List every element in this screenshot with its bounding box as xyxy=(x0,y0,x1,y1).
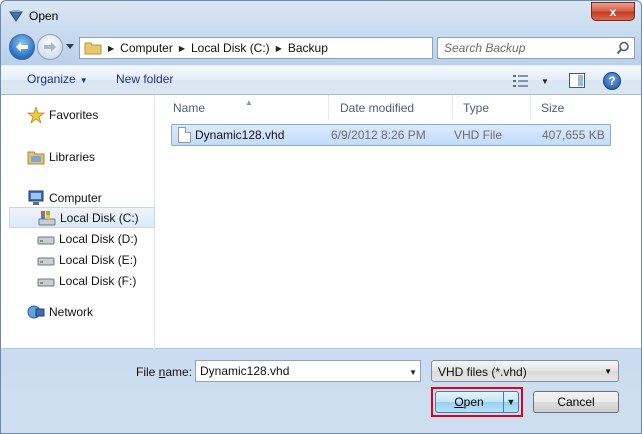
sidebar-item-local-disk-f[interactable]: Local Disk (F:) xyxy=(9,270,155,291)
sidebar-item-computer[interactable]: Computer xyxy=(9,187,155,208)
network-icon xyxy=(27,305,45,318)
filename-label-part: ame: xyxy=(165,365,193,379)
sort-ascending-icon: ▲ xyxy=(245,98,253,107)
file-size: 407,655 KB xyxy=(542,128,605,142)
column-header-label: Size xyxy=(541,101,565,115)
cancel-button[interactable]: Cancel xyxy=(533,391,619,413)
file-row[interactable]: Dynamic128.vhd 6/9/2012 8:26 PM VHD File… xyxy=(171,124,611,146)
drive-icon xyxy=(37,236,55,244)
column-header-label: Date modified xyxy=(340,101,415,115)
forward-arrow-icon xyxy=(44,42,56,52)
sidebar-item-libraries[interactable]: Libraries xyxy=(9,146,155,167)
sidebar-label: Libraries xyxy=(49,149,96,164)
title-bar: Open x xyxy=(1,1,641,31)
breadcrumb-separator-icon[interactable]: ▶ xyxy=(108,44,114,53)
new-folder-button[interactable]: New folder xyxy=(116,72,173,86)
chevron-down-icon[interactable]: ▼ xyxy=(409,368,417,377)
breadcrumb-local-disk-c[interactable]: Local Disk (C:) xyxy=(191,41,270,55)
navigation-pane: Favorites Libraries Computer Local Disk … xyxy=(9,95,155,349)
back-arrow-icon xyxy=(16,42,28,52)
search-icon xyxy=(616,41,629,55)
change-view-button[interactable]: ▼ xyxy=(513,73,553,89)
file-icon xyxy=(178,127,191,143)
open-split-button[interactable]: Open ▼ xyxy=(435,391,519,413)
drive-icon xyxy=(37,257,55,265)
browser-pane: Favorites Libraries Computer Local Disk … xyxy=(1,95,641,349)
open-options-dropdown[interactable]: ▼ xyxy=(503,392,518,412)
close-icon: x xyxy=(609,4,617,19)
file-date: 6/9/2012 8:26 PM xyxy=(331,128,426,142)
breadcrumb-backup[interactable]: Backup xyxy=(288,41,328,55)
sidebar-label: Local Disk (C:) xyxy=(60,210,139,225)
sidebar-label: Local Disk (F:) xyxy=(59,273,137,288)
sidebar-item-local-disk-d[interactable]: Local Disk (D:) xyxy=(9,228,155,249)
recent-pages-dropdown[interactable] xyxy=(65,42,75,52)
column-header-name[interactable]: ▲ Name xyxy=(163,95,329,119)
filename-combobox[interactable]: ▼ xyxy=(195,360,421,382)
file-type-select[interactable]: VHD files (*.vhd) ▼ xyxy=(431,360,619,382)
app-icon xyxy=(9,10,23,22)
file-name: Dynamic128.vhd xyxy=(195,128,285,142)
file-list: ▲ Name Date modified Type Size Dynamic12… xyxy=(163,95,641,349)
open-label-part: pen xyxy=(463,395,484,409)
chevron-down-icon: ▼ xyxy=(506,397,516,407)
sidebar-item-local-disk-e[interactable]: Local Disk (E:) xyxy=(9,249,155,270)
open-label-accesskey: O xyxy=(454,395,464,409)
open-dialog: Open x ▶ Computer ▶ Local Disk (C:) ▶ Ba… xyxy=(0,0,642,434)
column-header-date-modified[interactable]: Date modified xyxy=(330,95,453,119)
chevron-down-icon: ▼ xyxy=(604,367,612,376)
file-type: VHD File xyxy=(454,128,503,142)
search-box[interactable] xyxy=(437,37,635,59)
details-view-icon xyxy=(513,75,528,87)
chevron-down-icon[interactable]: ▼ xyxy=(541,77,549,86)
back-button[interactable] xyxy=(9,34,35,60)
drive-icon xyxy=(37,278,55,286)
window-title: Open xyxy=(29,9,59,23)
dialog-footer: File name: ▼ VHD files (*.vhd) ▼ Open ▼ … xyxy=(1,351,641,433)
open-button[interactable]: Open xyxy=(436,392,502,412)
sidebar-item-local-disk-c[interactable]: Local Disk (C:) xyxy=(9,207,155,228)
preview-pane-icon[interactable] xyxy=(569,73,585,88)
forward-button[interactable] xyxy=(37,34,63,60)
system-drive-icon xyxy=(38,210,56,225)
navigation-bar: ▶ Computer ▶ Local Disk (C:) ▶ Backup xyxy=(1,31,641,63)
sidebar-label: Local Disk (E:) xyxy=(59,252,138,267)
sidebar-label: Network xyxy=(49,304,94,319)
close-button[interactable]: x xyxy=(591,2,635,21)
help-icon: ? xyxy=(608,74,616,88)
sidebar-label: Local Disk (D:) xyxy=(59,231,138,246)
column-header-type[interactable]: Type xyxy=(453,95,531,119)
help-button[interactable]: ? xyxy=(603,72,621,90)
filename-input[interactable] xyxy=(196,361,402,381)
computer-icon xyxy=(28,190,44,205)
sidebar-item-network[interactable]: Network xyxy=(9,301,155,322)
chevron-down-icon: ▼ xyxy=(79,76,88,85)
libraries-icon xyxy=(27,151,45,164)
column-header-label: Name xyxy=(173,101,206,115)
column-header-label: Type xyxy=(463,101,490,115)
sidebar-item-favorites[interactable]: Favorites xyxy=(9,104,155,125)
breadcrumb-computer[interactable]: Computer xyxy=(120,41,173,55)
sidebar-label: Favorites xyxy=(49,107,99,122)
filename-label-part: File xyxy=(136,365,159,379)
address-bar[interactable]: ▶ Computer ▶ Local Disk (C:) ▶ Backup xyxy=(79,37,505,59)
organize-label: Organize xyxy=(27,72,76,86)
star-icon xyxy=(27,106,45,123)
sidebar-label: Computer xyxy=(49,190,102,205)
filename-label: File name: xyxy=(136,365,192,379)
new-folder-label: New folder xyxy=(116,72,174,86)
breadcrumb-separator-icon[interactable]: ▶ xyxy=(276,44,282,53)
command-toolbar: Organize ▼ New folder ▼ ? xyxy=(1,65,641,95)
organize-menu-button[interactable]: Organize ▼ xyxy=(27,72,88,86)
column-header-size[interactable]: Size xyxy=(531,95,611,119)
cancel-label: Cancel xyxy=(557,395,595,409)
chevron-down-icon xyxy=(66,44,74,49)
breadcrumb-separator-icon[interactable]: ▶ xyxy=(179,44,185,53)
folder-icon xyxy=(84,42,102,55)
search-input[interactable] xyxy=(438,38,612,58)
file-type-value: VHD files (*.vhd) xyxy=(438,365,527,379)
